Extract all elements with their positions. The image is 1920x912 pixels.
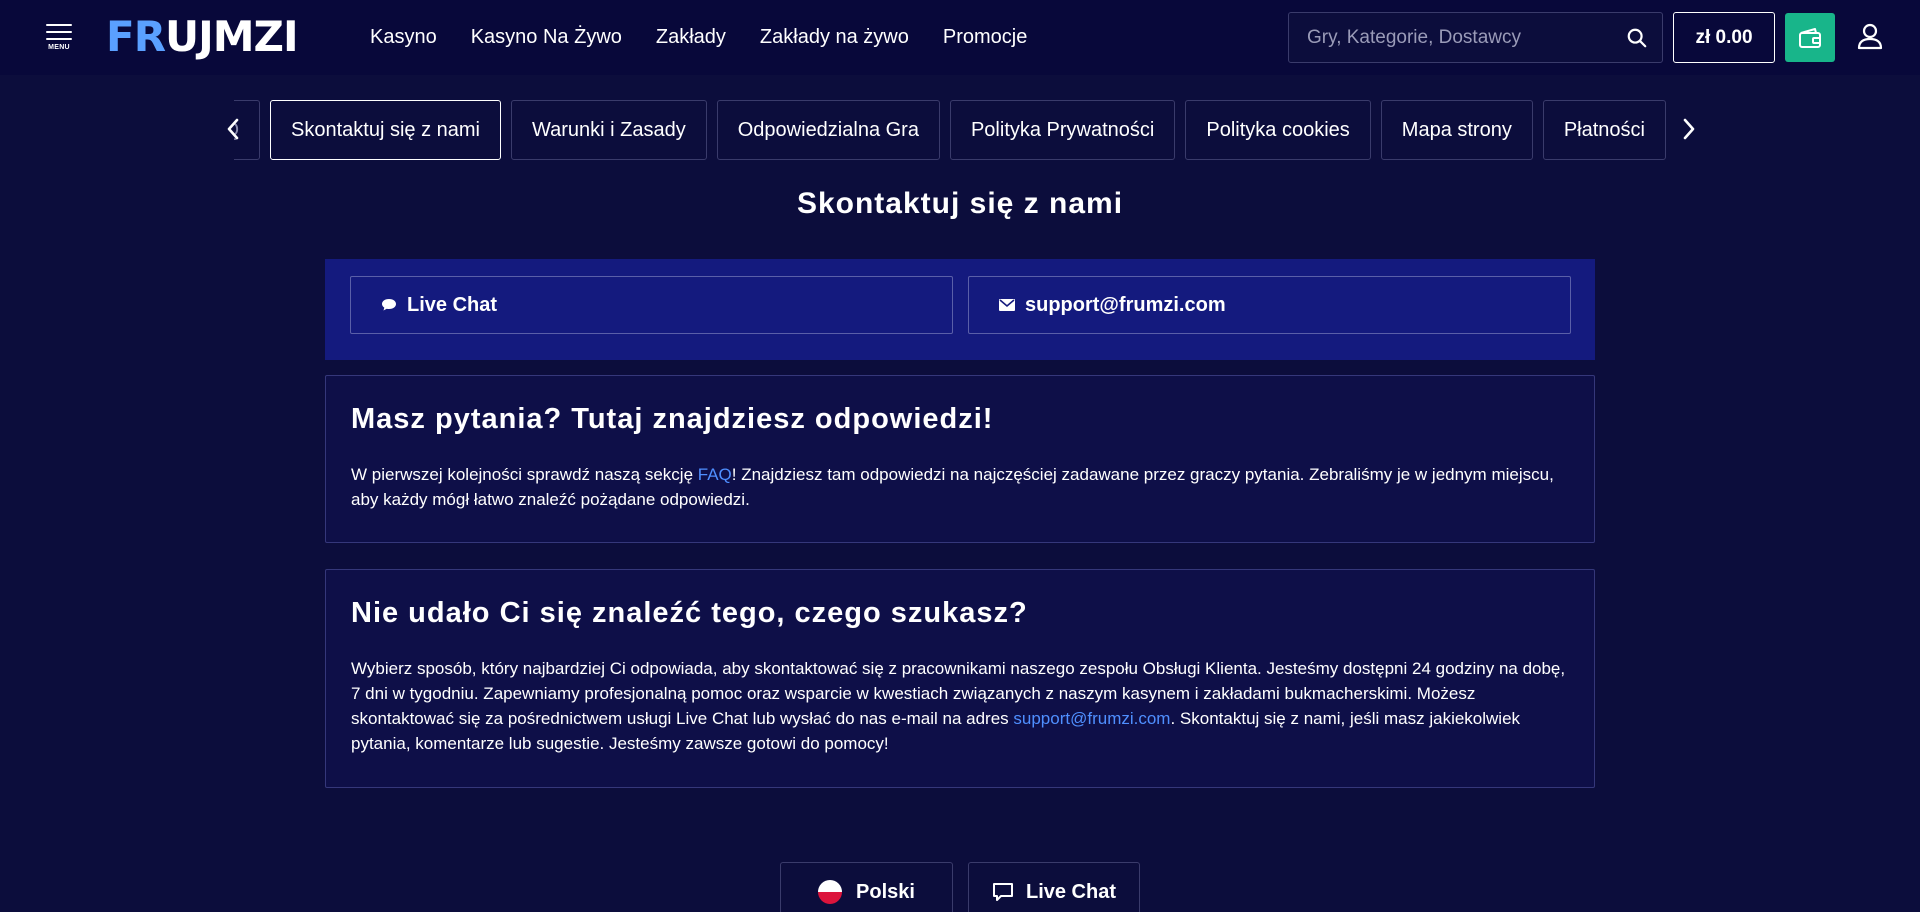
nav-zaklady[interactable]: Zakłady <box>656 26 726 49</box>
balance-button[interactable]: zł 0.00 <box>1673 12 1775 63</box>
chat-icon <box>992 883 1013 901</box>
email-label: support@frumzi.com <box>1025 293 1226 316</box>
faq-card-text: W pierwszej kolejności sprawdź naszą sek… <box>351 465 1554 509</box>
tab-terms[interactable]: Warunki i Zasady <box>511 100 707 160</box>
tabs-prev-button[interactable] <box>220 111 246 147</box>
tabs-viewport: FAQ Skontaktuj się z nami Warunki i Zasa… <box>234 99 1676 161</box>
search-box <box>1288 12 1663 63</box>
tab-contact[interactable]: Skontaktuj się z nami <box>270 100 501 160</box>
faq-info-card: Masz pytania? Tutaj znajdziesz odpowiedz… <box>325 375 1595 543</box>
tab-privacy[interactable]: Polityka Prywatności <box>949 100 1176 160</box>
support-info-card: Nie udało Ci się znaleźć tego, czego szu… <box>325 569 1595 788</box>
nav-kasyno[interactable]: Kasyno <box>370 26 437 49</box>
language-button[interactable]: Polski <box>780 862 953 912</box>
faq-link[interactable]: FAQ <box>698 465 732 484</box>
support-card-title: Nie udało Ci się znaleźć tego, czego szu… <box>351 597 1028 629</box>
faq-card-title: Masz pytania? Tutaj znajdziesz odpowiedz… <box>351 403 994 435</box>
frumzi-logo[interactable]: FRUJMZI <box>106 16 299 58</box>
user-icon <box>1857 23 1883 50</box>
chevron-left-icon <box>227 118 239 140</box>
search-input[interactable] <box>1307 26 1607 49</box>
main-nav: Kasyno Kasyno Na Żywo Zakłady Zakłady na… <box>370 0 1027 75</box>
language-label: Polski <box>856 880 915 903</box>
email-button[interactable]: support@frumzi.com <box>968 276 1571 334</box>
top-header: MENU FRUJMZI Kasyno Kasyno Na Żywo Zakła… <box>0 0 1920 75</box>
live-chat-button[interactable]: Live Chat <box>350 276 953 334</box>
envelope-icon <box>999 299 1015 311</box>
search-icon[interactable] <box>1626 27 1648 49</box>
hamburger-icon <box>46 24 72 42</box>
live-chat-label: Live Chat <box>407 293 498 316</box>
tab-cookies[interactable]: Polityka cookies <box>1185 100 1371 160</box>
tab-responsible-gaming[interactable]: Odpowiedzialna Gra <box>716 100 940 160</box>
nav-kasyno-na-zywo[interactable]: Kasyno Na Żywo <box>471 26 622 49</box>
nav-promocje[interactable]: Promocje <box>943 26 1027 49</box>
info-tabs: FAQ Skontaktuj się z nami Warunki i Zasa… <box>220 99 1700 161</box>
wallet-button[interactable] <box>1785 13 1835 62</box>
menu-button[interactable]: MENU <box>44 24 74 54</box>
support-email-link[interactable]: support@frumzi.com <box>1013 709 1170 728</box>
poland-flag-icon <box>818 880 843 904</box>
tab-payments[interactable]: Płatności <box>1542 100 1666 160</box>
contact-options: Live Chat support@frumzi.com <box>325 259 1595 360</box>
wallet-icon <box>1799 27 1821 48</box>
tabs-list: FAQ Skontaktuj się z nami Warunki i Zasa… <box>234 100 1666 160</box>
nav-zaklady-na-zywo[interactable]: Zakłady na żywo <box>760 26 909 49</box>
menu-label: MENU <box>48 44 70 51</box>
tab-sitemap[interactable]: Mapa strony <box>1380 100 1533 160</box>
chevron-right-icon <box>1683 118 1695 140</box>
support-card-text: Wybierz sposób, który najbardziej Ci odp… <box>351 659 1566 753</box>
tabs-next-button[interactable] <box>1676 111 1702 147</box>
account-button[interactable] <box>1855 22 1885 52</box>
page-title: Skontaktuj się z nami <box>796 187 1124 220</box>
footer-live-chat-button[interactable]: Live Chat <box>968 862 1140 912</box>
chat-bubble-icon <box>382 299 396 311</box>
footer-live-chat-label: Live Chat <box>1025 880 1117 903</box>
